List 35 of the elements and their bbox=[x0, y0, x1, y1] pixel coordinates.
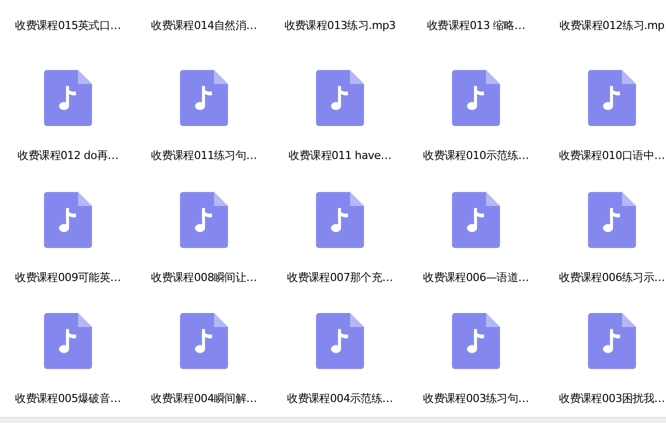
file-name[interactable]: 收费课程012练习.mp bbox=[560, 18, 664, 34]
file-name[interactable]: 收费课程007那个充… bbox=[287, 270, 393, 286]
file-name[interactable]: 收费课程013 缩略… bbox=[426, 18, 526, 34]
music-file-icon bbox=[44, 70, 92, 126]
music-file-icon bbox=[452, 70, 500, 126]
file-name[interactable]: 收费课程009可能英… bbox=[15, 270, 121, 286]
file-name[interactable]: 收费课程010口语中… bbox=[559, 148, 665, 164]
file-name[interactable]: 收费课程011练习句… bbox=[151, 148, 257, 164]
file-name[interactable]: 收费课程013练习.mp3 bbox=[284, 18, 396, 34]
music-file-icon bbox=[180, 313, 228, 370]
file-name[interactable]: 收费课程004示范练… bbox=[287, 391, 393, 408]
music-file-icon bbox=[44, 313, 92, 370]
file-name[interactable]: 收费课程003练习句… bbox=[423, 391, 529, 408]
music-file-icon bbox=[588, 313, 636, 370]
music-file-icon bbox=[316, 70, 364, 126]
music-file-icon bbox=[452, 192, 500, 248]
music-file-icon bbox=[44, 192, 92, 248]
file-name[interactable]: 收费课程010示范练… bbox=[423, 148, 529, 164]
file-name[interactable]: 收费课程012 do再… bbox=[18, 148, 118, 164]
music-file-icon bbox=[588, 192, 636, 248]
music-file-icon bbox=[316, 313, 364, 370]
file-name[interactable]: 收费课程003困扰我… bbox=[559, 391, 665, 408]
file-name[interactable]: 收费课程008瞬间让… bbox=[151, 270, 257, 286]
music-file-icon bbox=[452, 313, 500, 370]
music-file-icon bbox=[316, 192, 364, 248]
file-name[interactable]: 收费课程014自然消… bbox=[151, 18, 257, 34]
music-file-icon bbox=[180, 192, 228, 248]
file-name[interactable]: 收费课程011 have… bbox=[288, 148, 392, 164]
file-name[interactable]: 收费课程005爆破音… bbox=[15, 391, 121, 408]
file-name[interactable]: 收费课程004瞬间解… bbox=[151, 391, 257, 408]
file-name[interactable]: 收费课程015英式口… bbox=[15, 18, 121, 34]
file-name[interactable]: 收费课程006—语道… bbox=[423, 270, 529, 286]
music-file-icon bbox=[588, 70, 636, 126]
file-name[interactable]: 收费课程006练习示… bbox=[559, 270, 665, 286]
music-file-icon bbox=[180, 70, 228, 126]
